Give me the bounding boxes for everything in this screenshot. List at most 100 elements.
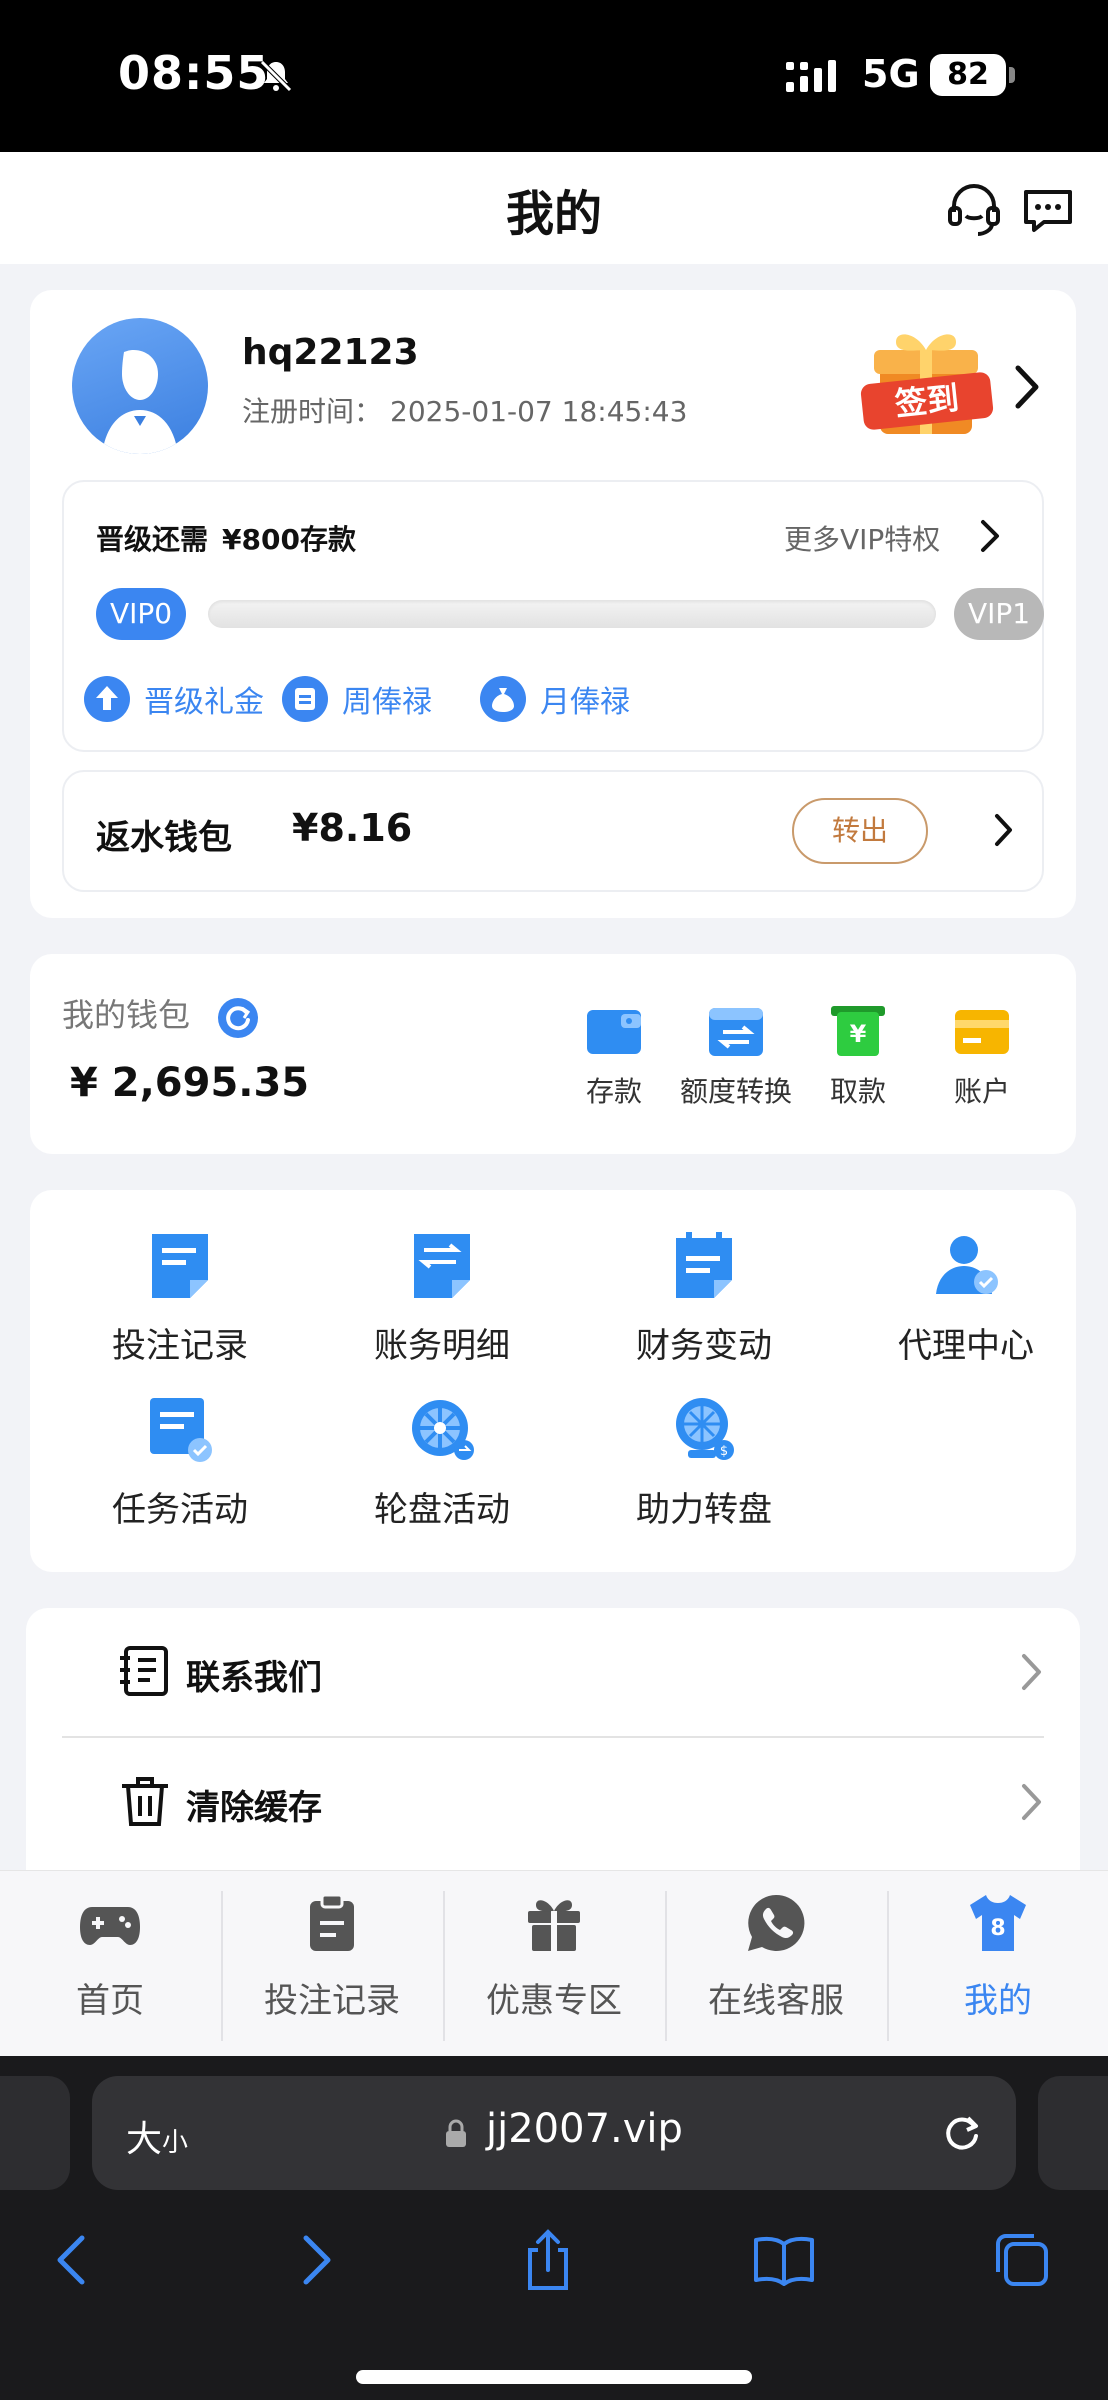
tab-label: 首页 [76,1981,144,2021]
tab-home[interactable]: 首页 [0,1891,220,2022]
row-label: 清除缓存 [186,1788,322,1828]
browser-toolbar: 大小 jj2007.vip [0,2056,1108,2400]
reload-icon[interactable] [938,2108,986,2156]
bell-muted-icon [260,60,292,92]
forward-icon[interactable] [282,2228,346,2292]
registration-time: 注册时间： 2025-01-07 18:45:43 [242,390,687,430]
balance-transfer-button[interactable]: 额度转换 [676,1004,796,1110]
previous-tab-pill[interactable] [0,2076,70,2190]
withdraw-button[interactable]: ¥ 取款 [798,1004,918,1110]
tab-label: 我的 [964,1981,1032,2021]
finance-changes-item[interactable]: 财务变动 [594,1230,814,1367]
card-icon [955,1010,1009,1054]
address-bar[interactable]: 大小 jj2007.vip [92,2076,1016,2190]
tab-label: 投注记录 [264,1981,400,2021]
account-button[interactable]: 账户 [922,1004,1042,1110]
avatar[interactable] [72,318,208,454]
message-icon[interactable] [1018,180,1078,240]
row-label: 联系我们 [186,1658,322,1698]
assist-wheel-item[interactable]: $ 助力转盘 [594,1394,814,1531]
tab-bet-records[interactable]: 投注记录 [222,1891,442,2022]
registration-label: 注册时间： [242,395,383,428]
perk-label: 月俸禄 [540,685,630,720]
customer-service-icon[interactable] [944,180,1004,240]
wallet-card: 我的钱包 ¥ 2,695.35 存款 额度转换 ¥ 取款 账户 [30,954,1076,1154]
function-label: 任务活动 [112,1490,248,1530]
calendar-document-icon [676,1232,732,1298]
function-label: 代理中心 [898,1326,1034,1366]
action-label: 取款 [829,1075,886,1108]
money-bag-icon [480,676,526,722]
registration-value: 2025-01-07 18:45:43 [390,395,688,428]
account-details-item[interactable]: 账务明细 [332,1230,552,1367]
share-icon[interactable] [516,2228,580,2292]
refresh-icon[interactable] [218,998,258,1038]
wallet-title: 我的钱包 [62,996,191,1034]
contact-us-row[interactable]: 联系我们 [62,1608,1044,1736]
chevron-right-icon[interactable] [978,518,1002,554]
perk-upgrade-bonus[interactable]: 晋级礼金 [84,674,264,724]
task-activity-item[interactable]: 任务活动 [70,1394,290,1531]
prize-wheel-icon: $ [676,1398,734,1460]
wallet-icon [587,1010,641,1054]
chevron-right-icon[interactable] [1010,362,1044,412]
rebate-wallet[interactable]: 返水钱包 ¥8.16 转出 [62,770,1044,892]
avatar-person-icon [102,350,178,454]
jersey-number: 8 [990,1916,1005,1941]
chevron-right-icon [1022,1654,1041,1690]
perk-weekly-salary[interactable]: 周俸禄 [282,674,432,724]
text-size-small: 小 [162,2128,189,2158]
clipboard-icon [310,1893,354,1951]
vip-progress-bar [208,600,936,628]
svg-text:¥: ¥ [850,1020,867,1048]
perk-label: 周俸禄 [342,685,432,720]
chat-phone-icon [748,1894,805,1951]
tab-promotions[interactable]: 优惠专区 [444,1891,664,2022]
wheel-activity-item[interactable]: 轮盘活动 [332,1394,552,1531]
function-label: 投注记录 [112,1326,248,1366]
contact-book-icon [120,1646,168,1696]
back-icon[interactable] [42,2228,106,2292]
function-label: 账务明细 [374,1326,510,1366]
page-header: 我的 [0,152,1108,264]
action-label: 账户 [953,1075,1010,1108]
action-label: 额度转换 [679,1075,792,1108]
clear-cache-row[interactable]: 清除缓存 [62,1738,1044,1866]
signal-icon [786,60,836,92]
agent-center-item[interactable]: 代理中心 [856,1230,1076,1367]
exchange-document-icon [414,1234,470,1298]
vip-upgrade-label: 晋级还需 [96,523,209,556]
transfer-out-button[interactable]: 转出 [792,798,928,864]
deposit-button[interactable]: 存款 [554,1004,674,1110]
chevron-right-icon[interactable] [992,810,1016,850]
home-indicator [356,2370,752,2384]
atm-icon: ¥ [831,1006,885,1056]
signin-button[interactable]: 签到 [850,320,1000,450]
tab-label: 优惠专区 [486,1981,622,2021]
vip-box: 晋级还需 ¥800存款 更多VIP特权 VIP0 VIP1 晋级礼金 周俸禄 月… [62,480,1044,752]
function-label: 轮盘活动 [374,1490,510,1530]
status-time: 08:55 [118,46,270,100]
document-icon [152,1234,208,1298]
next-tab-pill[interactable] [1038,2076,1108,2190]
tab-online-service[interactable]: 在线客服 [666,1891,886,2022]
perk-label: 晋级礼金 [144,685,264,720]
tabs-icon[interactable] [990,2228,1054,2292]
bookmarks-icon[interactable] [752,2228,816,2292]
settings-list: 联系我们 清除缓存 [26,1608,1080,1878]
chevron-right-icon [1022,1784,1041,1820]
page-title: 我的 [505,186,602,242]
username: hq22123 [242,332,419,373]
wallet-balance: ¥ 2,695.35 [70,1060,310,1106]
text-size-button[interactable]: 大小 [126,2110,188,2162]
vip-more-link[interactable]: 更多VIP特权 [784,518,940,558]
vip-current-level: VIP0 [96,588,186,640]
perk-monthly-salary[interactable]: 月俸禄 [480,674,630,724]
battery-indicator: 82 [930,54,1015,96]
tab-mine[interactable]: 8 我的 [888,1891,1108,2022]
agent-person-icon [936,1236,998,1294]
rebate-label: 返水钱包 [96,818,232,858]
bet-records-item[interactable]: 投注记录 [70,1230,290,1367]
wheel-icon [412,1400,474,1460]
vip-next-level: VIP1 [954,588,1044,640]
